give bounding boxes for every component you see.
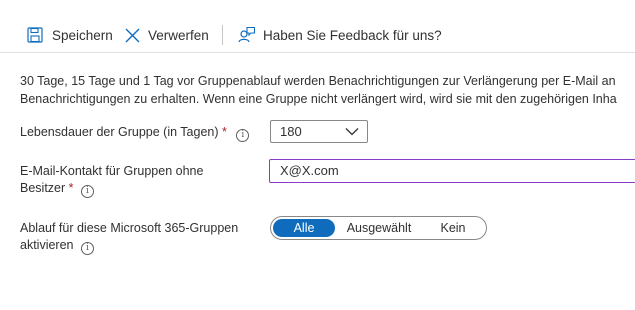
option-all[interactable]: Alle	[273, 219, 335, 237]
info-icon[interactable]: i	[236, 129, 250, 142]
expiration-label: Ablauf für diese Microsoft 365-Gruppen a…	[20, 220, 238, 255]
toolbar-divider	[222, 25, 223, 45]
save-icon	[27, 27, 43, 43]
expiration-toggle-group: Alle Ausgewählt Kein	[270, 216, 487, 240]
description-text: 30 Tage, 15 Tage und 1 Tag vor Gruppenab…	[20, 73, 635, 108]
save-label: Speichern	[52, 27, 113, 43]
required-marker: *	[222, 125, 227, 139]
description-line-1: 30 Tage, 15 Tage und 1 Tag vor Gruppenab…	[20, 74, 616, 88]
option-none[interactable]: Kein	[421, 219, 485, 237]
email-value: X@X.com	[280, 163, 339, 178]
save-button[interactable]: Speichern	[27, 24, 113, 46]
info-icon[interactable]: i	[81, 185, 94, 198]
email-label-line-2: Besitzer	[20, 181, 66, 195]
required-marker: *	[68, 181, 74, 195]
lifetime-value: 180	[280, 124, 302, 139]
email-label: E-Mail-Kontakt für Gruppen ohne Besitzer…	[20, 163, 203, 198]
feedback-button[interactable]: Haben Sie Feedback für uns?	[238, 24, 442, 46]
info-icon[interactable]: i	[80, 242, 94, 255]
description-line-2: Benachrichtigungen zu erhalten. Wenn ein…	[20, 91, 617, 106]
feedback-label: Haben Sie Feedback für uns?	[263, 27, 442, 43]
chevron-down-icon	[345, 128, 359, 136]
option-selected[interactable]: Ausgewählt	[341, 219, 417, 237]
email-label-line-1: E-Mail-Kontakt für Gruppen ohne	[20, 164, 204, 178]
expiration-label-line-2: aktivieren	[20, 238, 74, 252]
discard-label: Verwerfen	[148, 27, 209, 43]
lifetime-dropdown[interactable]: 180	[270, 120, 368, 143]
lifetime-label: Lebensdauer der Gruppe (in Tagen) * i	[20, 124, 250, 142]
feedback-icon	[238, 26, 256, 44]
lifetime-label-text: Lebensdauer der Gruppe (in Tagen)	[20, 125, 219, 139]
discard-button[interactable]: Verwerfen	[124, 24, 209, 46]
close-icon	[124, 27, 141, 44]
expiration-label-line-1: Ablauf für diese Microsoft 365-Gruppen	[20, 221, 239, 235]
command-bar: Speichern Verwerfen Haben Sie Feedback f…	[0, 18, 635, 53]
email-input[interactable]: X@X.com	[269, 159, 635, 183]
